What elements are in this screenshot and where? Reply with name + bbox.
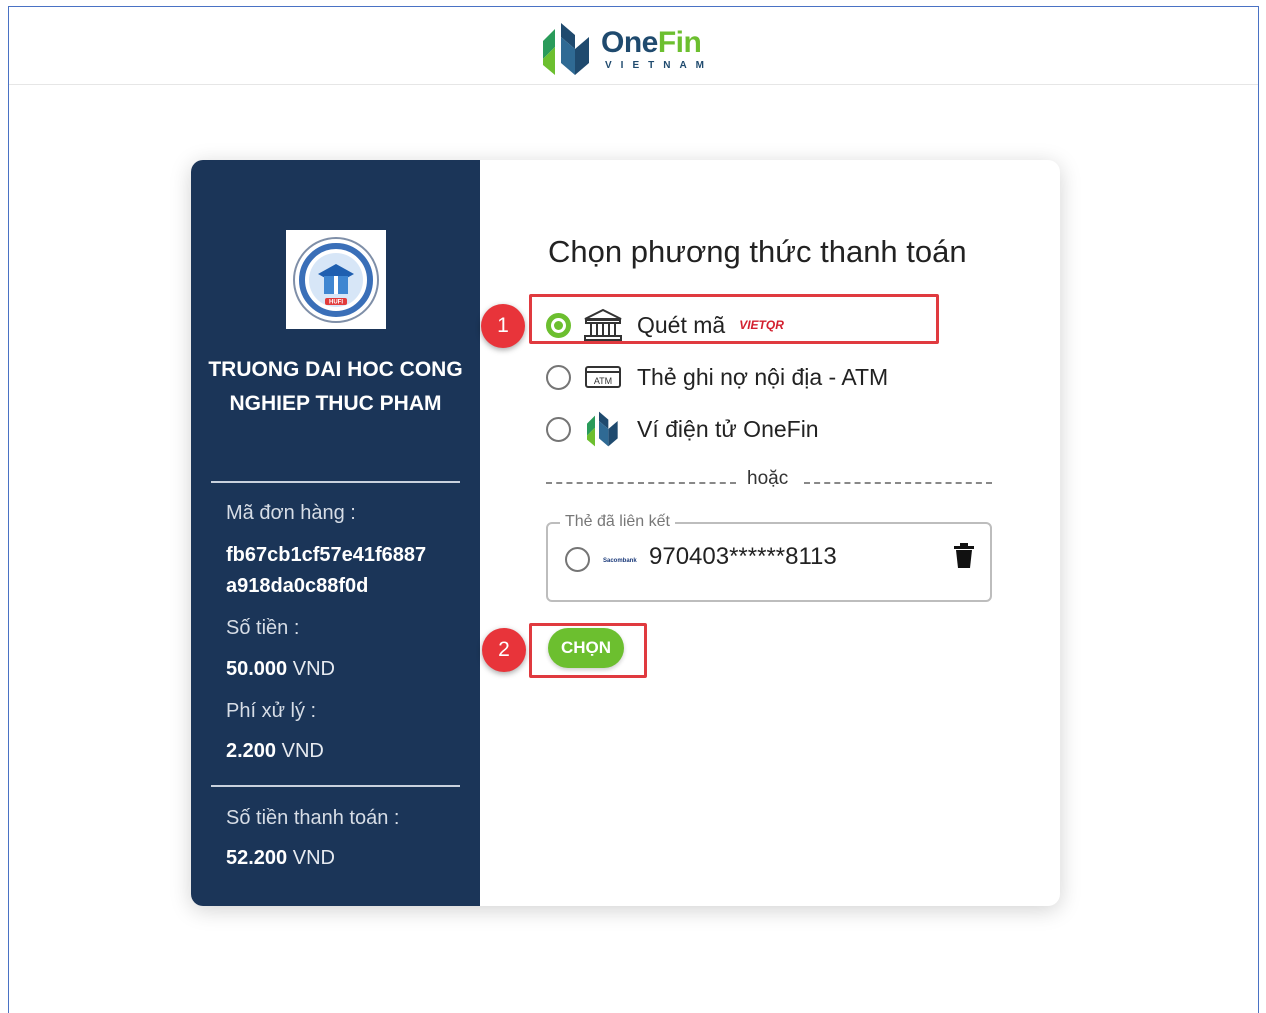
divider <box>211 785 460 787</box>
brand-subtitle: VIETNAM <box>605 60 713 71</box>
step-marker-2: 2 <box>482 628 526 672</box>
fee-unit: VND <box>281 740 324 762</box>
onefin-logo: OneFin VIETNAM <box>539 19 713 79</box>
fee-number: 2.200 <box>226 740 277 762</box>
linked-cards-legend: Thẻ đã liên kết <box>560 513 675 531</box>
option-label: Thẻ ghi nợ nội địa - ATM <box>637 363 889 390</box>
order-id-label: Mã đơn hàng : <box>226 502 356 524</box>
fee-value: 2.200 VND <box>226 736 324 767</box>
radio-atm-card[interactable] <box>546 364 571 390</box>
svg-text:ATM: ATM <box>594 376 612 386</box>
order-id-line1: fb67cb1cf57e41f6887 <box>226 544 427 566</box>
highlight-box-step1 <box>529 294 939 344</box>
brand-name-part2: Fin <box>657 26 702 59</box>
or-text: hoặc <box>747 468 789 489</box>
total-value: 52.200 VND <box>226 843 335 874</box>
amount-unit: VND <box>292 658 335 680</box>
payment-card: HUFI TRUONG DAI HOC CONG NGHIEP THUC PHA… <box>191 160 1060 906</box>
atm-card-icon: ATM <box>583 359 623 395</box>
radio-onefin-wallet[interactable] <box>546 416 571 442</box>
brand-name: OneFin <box>601 27 713 59</box>
option-label: Ví điện tử OneFin <box>637 415 819 442</box>
dashed-line-left <box>546 482 736 484</box>
highlight-box-step2 <box>529 623 647 678</box>
divider <box>211 481 460 483</box>
svg-text:HUFI: HUFI <box>329 299 343 305</box>
trash-icon[interactable] <box>953 543 975 574</box>
total-unit: VND <box>292 847 335 869</box>
total-number: 52.200 <box>226 847 288 869</box>
sacombank-logo: Sacombank <box>603 558 637 564</box>
amount-value: 50.000 VND <box>226 654 335 685</box>
top-bar: OneFin VIETNAM <box>9 7 1258 85</box>
order-summary-panel: HUFI TRUONG DAI HOC CONG NGHIEP THUC PHA… <box>191 160 480 906</box>
or-divider: hoặc <box>546 468 992 492</box>
onefin-mark-icon <box>543 23 589 75</box>
option-onefin-wallet[interactable]: Ví điện tử OneFin <box>546 411 819 447</box>
linked-card-number: 970403******8113 <box>649 543 837 570</box>
order-id-line2: a918da0c88f0d <box>226 575 369 597</box>
dashed-line-right <box>804 482 992 484</box>
linked-cards-box: Thẻ đã liên kết Sacombank 970403******81… <box>546 513 992 602</box>
total-label: Số tiền thanh toán : <box>226 807 400 829</box>
fee-label: Phí xử lý : <box>226 700 317 722</box>
step-marker-1: 1 <box>481 304 525 348</box>
amount-label: Số tiền : <box>226 617 300 639</box>
radio-linked-card[interactable] <box>565 547 590 572</box>
school-seal-icon: HUFI <box>293 236 379 323</box>
merchant-name: TRUONG DAI HOC CONG NGHIEP THUC PHAM <box>208 358 463 415</box>
payment-method-panel: Chọn phương thức thanh toán Quét mã VIET… <box>480 160 1060 906</box>
onefin-wallet-icon <box>583 411 623 447</box>
page-title: Chọn phương thức thanh toán <box>548 234 967 269</box>
option-atm-card[interactable]: ATM Thẻ ghi nợ nội địa - ATM <box>546 359 888 395</box>
amount-number: 50.000 <box>226 658 288 680</box>
school-logo: HUFI <box>286 230 386 329</box>
brand-name-part1: One <box>601 26 658 59</box>
